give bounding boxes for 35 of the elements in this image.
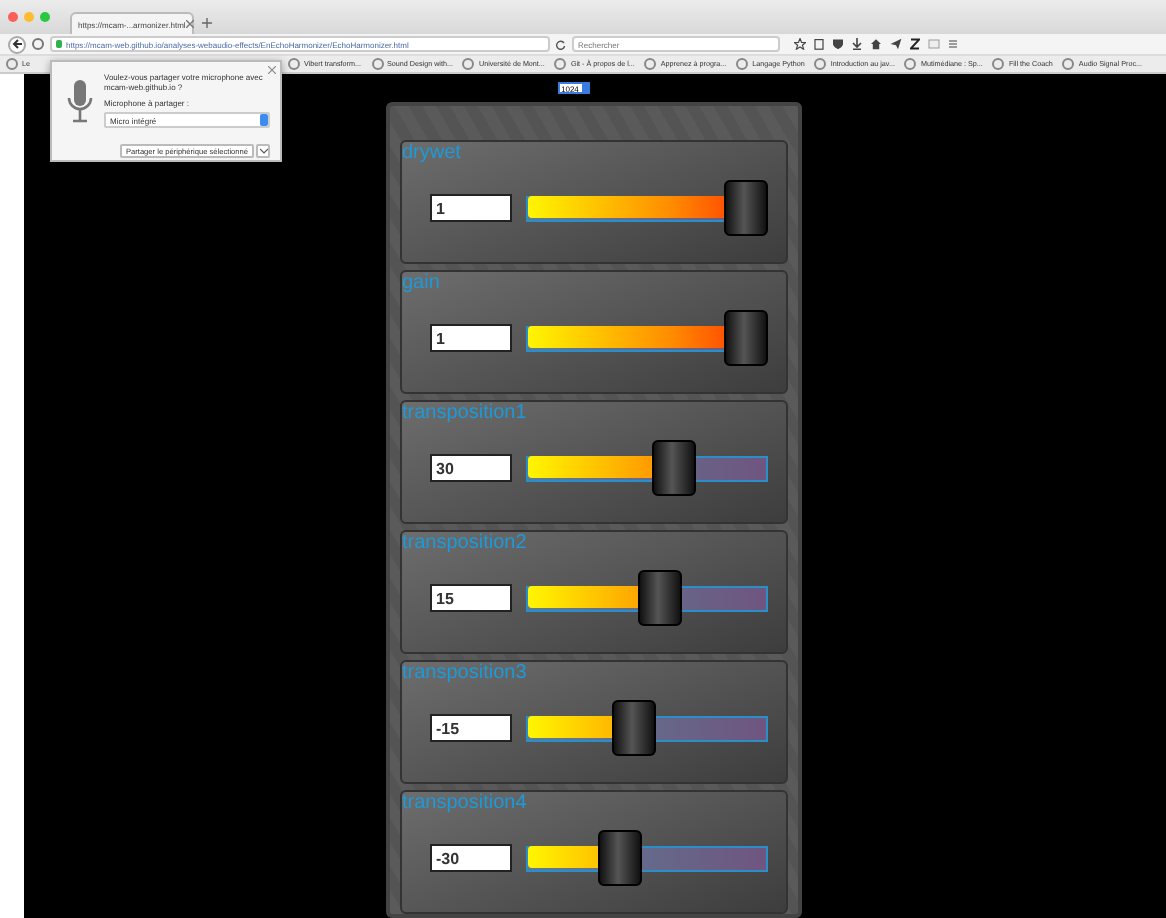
send-icon[interactable] [890,38,902,50]
z-icon[interactable] [910,38,920,50]
slider-thumb[interactable] [638,570,683,626]
control-label: transposition1 [402,402,527,426]
info-icon[interactable] [32,38,44,50]
slider-thumb[interactable] [724,310,768,366]
new-tab-icon[interactable] [202,18,212,28]
close-tab-icon[interactable] [185,20,194,28]
reload-icon[interactable] [556,39,566,49]
select-arrows-icon [260,114,268,126]
shield-icon[interactable] [832,38,844,50]
clipboard-icon[interactable] [814,38,824,50]
control-label: transposition4 [402,792,527,816]
slider-thumb[interactable] [597,830,642,886]
control-label: transposition3 [402,662,527,686]
value-field[interactable]: 15 [430,584,512,612]
share-options-button[interactable] [256,144,270,158]
value-field[interactable]: -30 [430,844,512,872]
close-icon[interactable] [268,66,276,74]
control-label: transposition2 [402,532,527,556]
back-button[interactable] [8,35,26,53]
star-icon[interactable] [794,38,806,50]
value-field[interactable]: 1 [430,194,512,222]
slider-thumb[interactable] [611,700,656,756]
home-icon[interactable] [870,38,882,50]
lock-icon [56,40,62,48]
slider-thumb[interactable] [724,180,768,236]
value-field[interactable]: -15 [430,714,512,742]
control-label: drywet [402,142,461,166]
microphone-icon [66,78,94,126]
slider-thumb[interactable] [652,440,697,496]
value-field[interactable]: 30 [430,454,512,482]
download-icon[interactable] [852,38,862,50]
value-field[interactable]: 1 [430,324,512,352]
control-label: gain [402,272,440,296]
